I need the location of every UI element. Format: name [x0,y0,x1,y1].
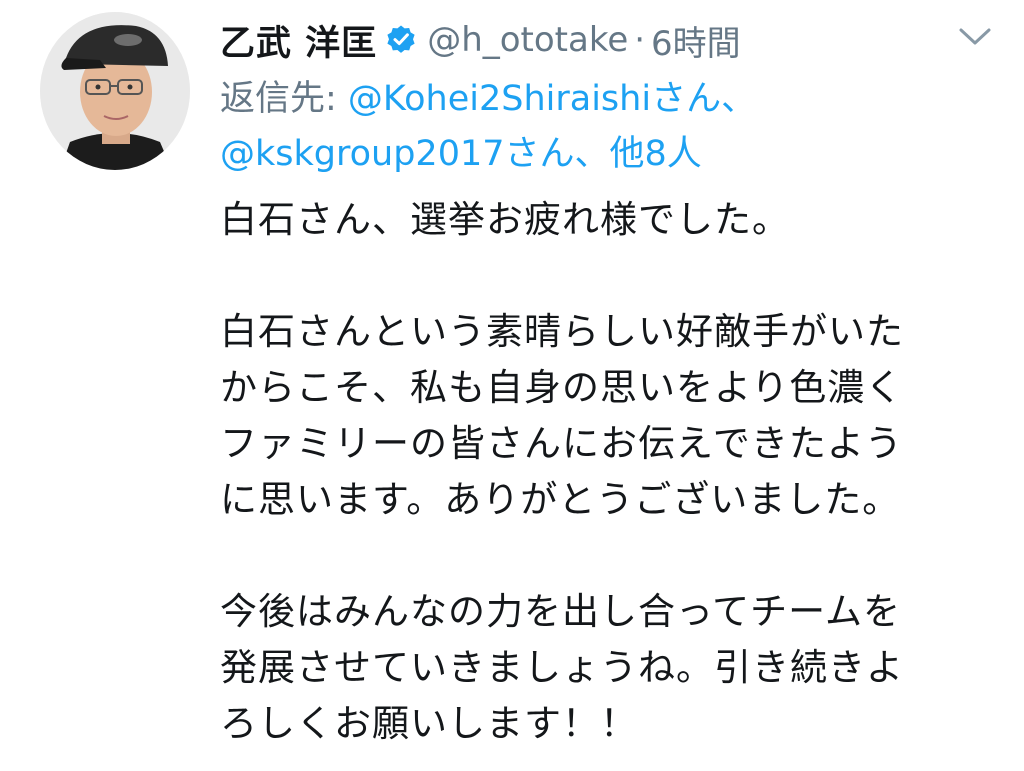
reply-to-prefix: 返信先: [220,79,348,119]
tweet-text-line: ろしくお願いします！！ [220,702,638,745]
tweet-text-line: 発展させていきましょうね。引き続きよ [220,646,904,689]
tweet-paragraph: 白石さん、選挙お疲れ様でした。 [220,192,1000,248]
reply-others-link[interactable]: 他8人 [610,134,702,174]
mention-suffix: さん、 [651,79,757,119]
tweet-body: 白石さん、選挙お疲れ様でした。 白石さんという素晴らしい好敵手がいた からこそ、… [220,192,1000,752]
tweet-card: 乙武 洋匡 @h_ototake · 6時間 返信先: @Kohei2Shira… [0,0,1024,771]
chevron-down-icon[interactable] [958,26,992,48]
user-avatar[interactable] [40,12,190,170]
timestamp[interactable]: 6時間 [651,16,741,65]
mention-link[interactable]: @kskgroup2017 [220,134,505,174]
tweet-text-line: ファミリーの皆さんにお伝えできたよう [220,422,903,465]
separator-dot: · [634,20,646,60]
tweet-header: 乙武 洋匡 @h_ototake · 6時間 [220,10,1000,70]
tweet-text-line: 白石さんという素晴らしい好敵手がいた [220,310,904,353]
mention-suffix: さん、 [504,134,610,174]
tweet-text-line: 今後はみんなの力を出し合ってチームを [220,590,902,633]
tweet-text-line: 白石さん、選挙お疲れ様でした。 [220,198,790,241]
tweet-text-line: からこそ、私も自身の思いをより色濃く [220,366,904,409]
verified-badge-icon [385,24,417,56]
avatar-photo-icon [40,12,190,170]
reply-to-line: 返信先: @Kohei2Shiraishiさん、 @kskgroup2017さん… [220,72,1000,182]
tweet-text-line: に思います。ありがとうございました。 [220,478,901,521]
tweet-content: 乙武 洋匡 @h_ototake · 6時間 返信先: @Kohei2Shira… [220,10,1000,752]
tweet-paragraph: 今後はみんなの力を出し合ってチームを 発展させていきましょうね。引き続きよ ろし… [220,584,1000,752]
tweet-paragraph: 白石さんという素晴らしい好敵手がいた からこそ、私も自身の思いをより色濃く ファ… [220,304,1000,528]
display-name[interactable]: 乙武 洋匡 [220,15,377,66]
mention-link[interactable]: @Kohei2Shiraishi [348,79,651,119]
user-handle[interactable]: @h_ototake [427,20,628,60]
